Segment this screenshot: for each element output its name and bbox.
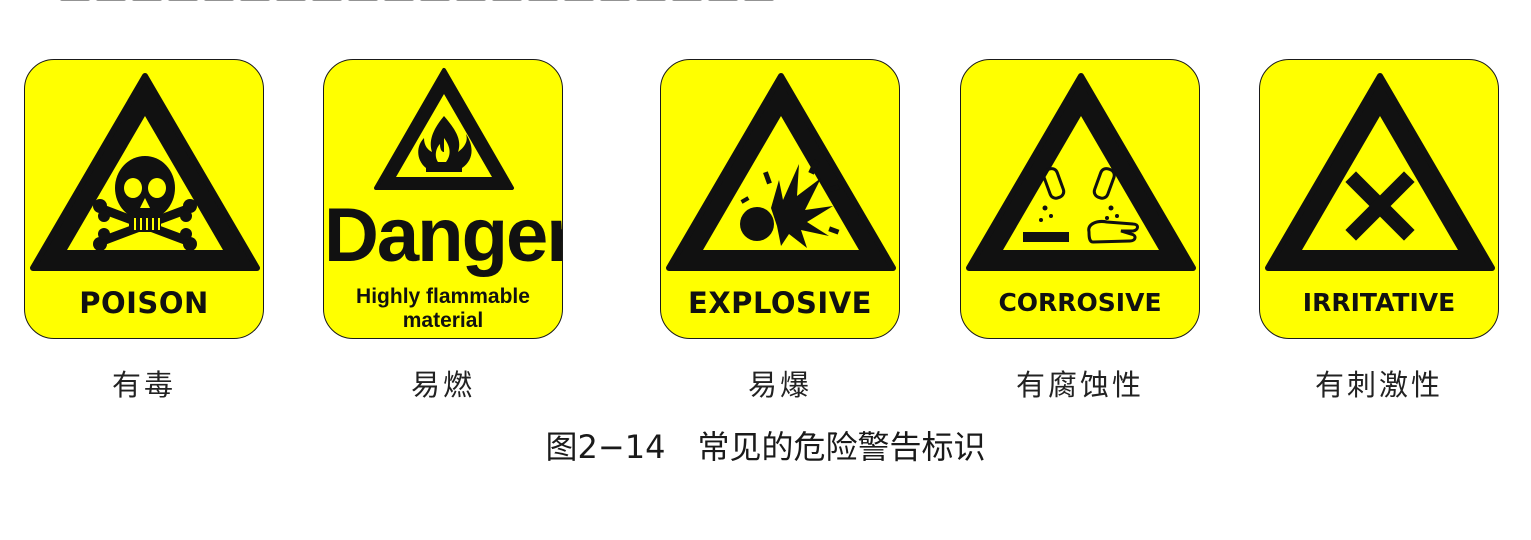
sign-label-explosive: EXPLOSIVE <box>688 286 872 320</box>
sign-label-flammable-line2: material <box>402 309 484 332</box>
caption-poison: 有毒 <box>111 368 176 402</box>
caption-flammable: 易燃 <box>410 368 475 402</box>
caption-corrosive: 有腐蚀性 <box>1015 368 1144 402</box>
danger-title: Danger <box>324 193 563 278</box>
irritative-sign: IRRITATIVE <box>1259 59 1499 339</box>
caption-irritative: 有刺激性 <box>1314 368 1443 402</box>
figure-caption: 图2−14 常见的危险警告标识 <box>545 428 986 466</box>
poison-sign: POISON <box>24 59 264 339</box>
explosive-sign: EXPLOSIVE <box>660 59 900 339</box>
caption-explosive: 易爆 <box>747 368 812 402</box>
sign-label-corrosive: CORROSIVE <box>998 288 1162 317</box>
sign-label-irritative: IRRITATIVE <box>1302 288 1456 317</box>
sign-label-poison: POISON <box>79 286 209 320</box>
sign-label-flammable-line1: Highly flammable <box>356 285 530 308</box>
corrosive-sign: CORROSIVE <box>960 59 1200 339</box>
flammable-sign: Danger Highly flammable material <box>323 59 563 339</box>
cropped-text-line <box>60 0 820 4</box>
